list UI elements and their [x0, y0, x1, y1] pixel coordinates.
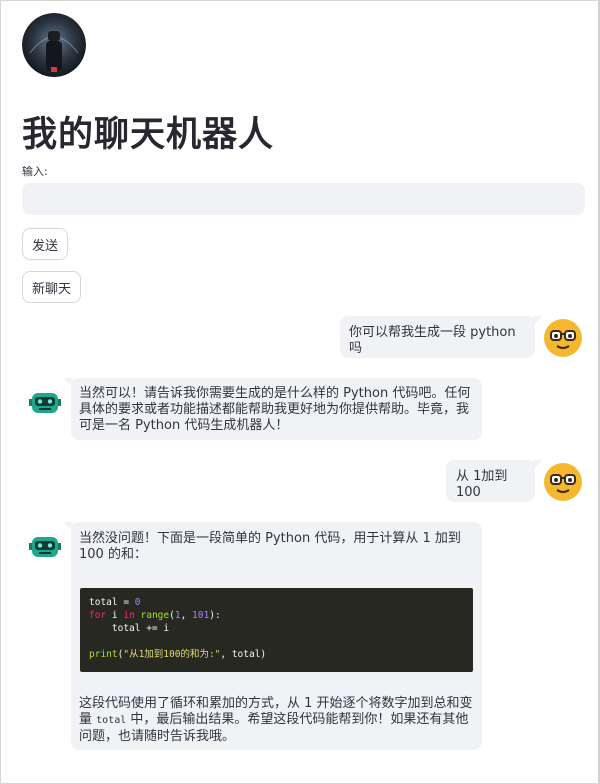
send-button[interactable]: 发送 [22, 228, 69, 260]
nerd-face-avatar-icon [544, 319, 582, 357]
code-line: print("从1加到100的和为:", total) [89, 649, 267, 660]
robot-avatar-icon [27, 529, 63, 565]
bubble-tail [63, 522, 73, 532]
user-message: 你可以帮我生成一段 python 吗 [340, 316, 543, 358]
robot-logo-icon [22, 13, 86, 77]
nerd-face-avatar-icon [544, 463, 582, 501]
message-text: 当然可以！请告诉我你需要生成的是什么样的 Python 代码吧。任何具体的要求或… [79, 386, 471, 433]
code-line: total += i [89, 623, 170, 634]
bubble-tail [533, 460, 543, 470]
bot-message: 当然可以！请告诉我你需要生成的是什么样的 Python 代码吧。任何具体的要求或… [63, 378, 482, 440]
message-intro: 当然没问题！下面是一段简单的 Python 代码，用于计算从 1 加到 100 … [79, 531, 461, 562]
bot-message: 当然没问题！下面是一段简单的 Python 代码，用于计算从 1 加到 100 … [63, 522, 482, 750]
message-outro: 这段代码使用了循环和累加的方式，从 1 开始逐个将数字加到总和变量 total … [79, 696, 473, 744]
code-line: total = 0 [89, 597, 141, 608]
message-text: 你可以帮我生成一段 python 吗 [349, 325, 516, 356]
user-message: 从 1加到100 [446, 460, 543, 502]
code-block: total = 0 for i in range(1, 101): total … [80, 588, 473, 672]
bubble-tail [533, 316, 543, 326]
code-line: for i in range(1, 101): [89, 610, 221, 621]
new-chat-button[interactable]: 新聊天 [22, 271, 82, 303]
chat-input[interactable] [22, 183, 585, 215]
inline-code: total [96, 715, 127, 726]
message-text: 从 1加到100 [456, 469, 508, 500]
robot-avatar-icon [27, 385, 63, 421]
bubble-tail [63, 378, 73, 388]
page-title: 我的聊天机器人 [22, 115, 275, 155]
input-label: 输入: [22, 165, 48, 178]
